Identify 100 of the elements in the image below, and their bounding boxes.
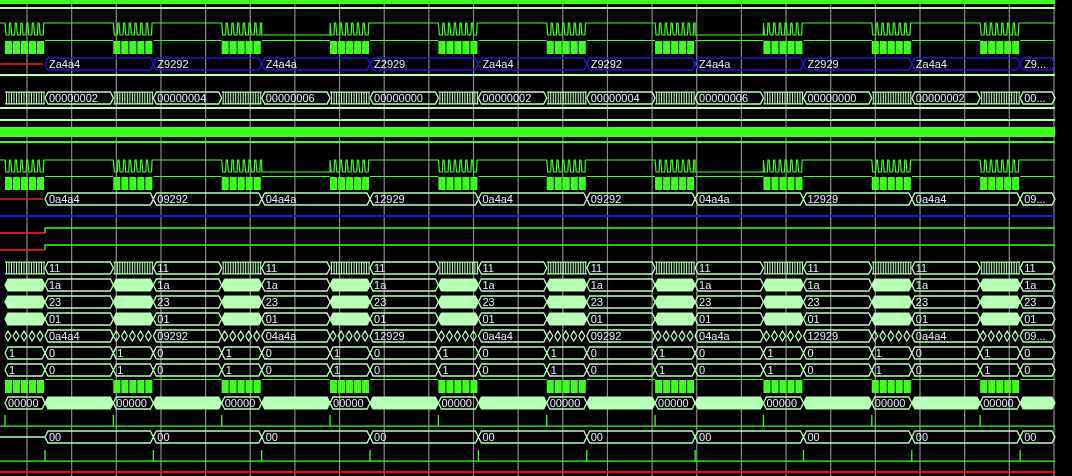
- bus-value: 00000: [874, 397, 906, 409]
- bus-value: 1a: [265, 279, 278, 291]
- bus-value: 0: [699, 347, 706, 359]
- bus-value: 11: [699, 262, 711, 274]
- bus-value: 0a4a4: [915, 193, 947, 205]
- bus-value: 1: [659, 364, 666, 376]
- bus-value: 00: [157, 431, 170, 443]
- bus-value: 00000: [766, 397, 798, 409]
- bus-value: 23: [1024, 296, 1037, 308]
- bus-value: 11: [265, 262, 278, 274]
- bus-value: 01: [157, 313, 170, 325]
- bus-value: 1a: [915, 279, 929, 291]
- bus-value: 00...: [1024, 92, 1046, 104]
- bus-value: 00: [374, 431, 387, 443]
- bus-value: 23: [807, 296, 820, 308]
- bus-value: 0: [265, 364, 272, 376]
- bus-value: 00000: [549, 397, 581, 409]
- bus-value: 0: [157, 347, 164, 359]
- bus-value: 09...: [1024, 330, 1046, 342]
- bus-value: Za4a4: [49, 58, 81, 70]
- bus-value: 12929: [807, 193, 839, 205]
- bus-value: 1: [117, 347, 124, 359]
- bus-value: 04a4a: [265, 330, 297, 342]
- bus-value: Za4a4: [482, 58, 514, 70]
- bus-value: 04a4a: [265, 193, 297, 205]
- bus-value: 09292: [590, 330, 622, 342]
- bus-value: 1a: [1024, 279, 1037, 291]
- bus-value: 11: [807, 262, 819, 274]
- bus-value: 01: [265, 313, 278, 325]
- bus-value: 1a: [699, 279, 712, 291]
- bus-value: 00: [265, 431, 278, 443]
- bus-value: 0: [699, 364, 706, 376]
- bus-value: 1a: [482, 279, 495, 291]
- bus-value: 1: [9, 347, 16, 359]
- bus-value: 00000006: [699, 92, 749, 104]
- bus-value: 00000: [333, 397, 364, 409]
- bus-value: 00000002: [49, 92, 98, 104]
- bus-value: 1a: [807, 279, 820, 291]
- bus-value: 1: [225, 347, 232, 359]
- bus-value: 1: [875, 364, 882, 376]
- bus-value: 00000004: [157, 92, 207, 104]
- bus-value: 09...: [1024, 193, 1046, 205]
- bus-value: 01: [699, 313, 712, 325]
- bus-value: Z2929: [807, 58, 839, 70]
- bus-value: 1: [334, 347, 341, 359]
- bus-value: 09292: [157, 193, 188, 205]
- bus-value: 00000000: [374, 92, 423, 104]
- bus-value: 11: [49, 262, 61, 274]
- bus-value: 1: [984, 347, 991, 359]
- bus-value: 0: [482, 364, 489, 376]
- bus-value: 0: [374, 347, 381, 359]
- bus-value: 00: [49, 431, 62, 443]
- bus-value: 01: [49, 313, 62, 325]
- bus-value: 09292: [590, 193, 622, 205]
- bus-value: 1: [334, 364, 341, 376]
- bus-value: 1: [767, 347, 774, 359]
- bus-value: 01: [1024, 313, 1037, 325]
- bus-value: 09292: [157, 330, 188, 342]
- bus-value: 12929: [807, 330, 839, 342]
- bus-value: 11: [1024, 262, 1036, 274]
- bus-value: 23: [374, 296, 387, 308]
- bus-value: 0: [49, 364, 56, 376]
- bus-value: 0: [265, 347, 272, 359]
- bus-value: 0: [1024, 364, 1031, 376]
- bus-value: 12929: [374, 330, 405, 342]
- bus-value: 00: [807, 431, 820, 443]
- bus-value: 0: [807, 364, 814, 376]
- bus-value: 0a4a4: [915, 330, 947, 342]
- bus-value: 23: [482, 296, 495, 308]
- bus-value: 1: [767, 364, 774, 376]
- bus-value: 1: [225, 364, 232, 376]
- bus-value: 00000000: [807, 92, 857, 104]
- bus-value: 0: [1024, 347, 1031, 359]
- bus-value: 1: [442, 347, 449, 359]
- bus-value: 0: [915, 347, 922, 359]
- bus-value: 23: [915, 296, 929, 308]
- bus-value: 0: [482, 347, 489, 359]
- bus-value: 01: [482, 313, 495, 325]
- bus-value: 0: [374, 364, 381, 376]
- bus-value: Z4a4a: [699, 58, 731, 70]
- bus-value: 1: [550, 364, 557, 376]
- bus-value: 0a4a4: [49, 330, 80, 342]
- bus-value: 0a4a4: [482, 193, 513, 205]
- bus-value: 11: [157, 262, 169, 274]
- bus-value: 1: [9, 364, 16, 376]
- bus-value: 00000: [658, 397, 689, 409]
- bus-value: 04a4a: [699, 330, 730, 342]
- bus-value: Z9...: [1024, 58, 1047, 70]
- bus-value: 23: [157, 296, 170, 308]
- bus-value: 1: [550, 347, 557, 359]
- bus-value: 04a4a: [699, 193, 730, 205]
- bus-value: 0: [157, 364, 164, 376]
- bus-value: 11: [482, 262, 494, 274]
- bus-value: 11: [915, 262, 928, 274]
- bus-value: 00: [482, 431, 495, 443]
- bus-value: 00000002: [915, 92, 965, 104]
- bus-value: 0a4a4: [49, 193, 80, 205]
- bus-value: 00000006: [265, 92, 315, 104]
- bus-value: 00000: [116, 397, 147, 409]
- bus-value: 11: [590, 262, 603, 274]
